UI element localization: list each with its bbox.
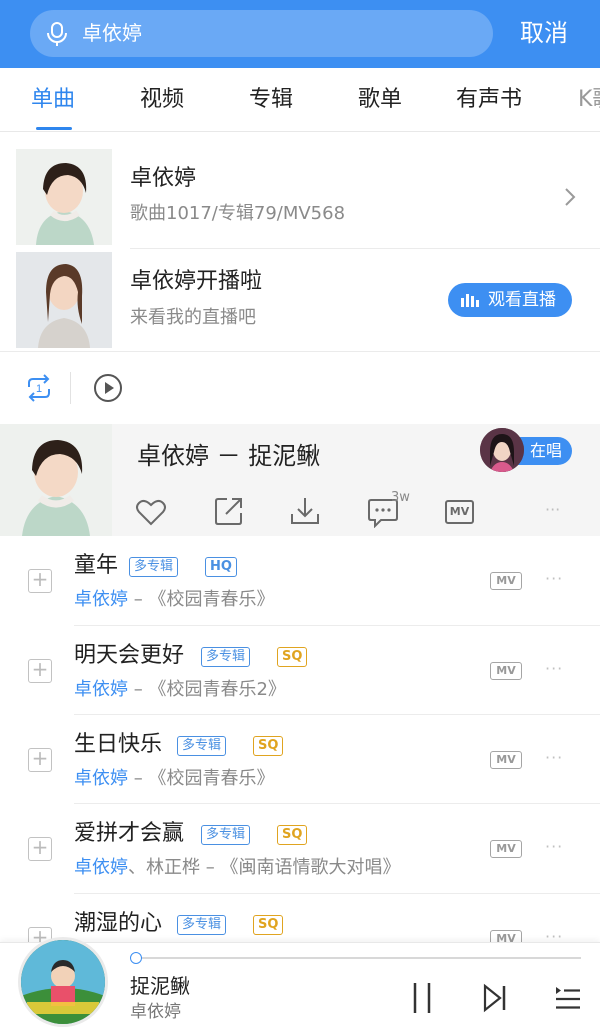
song-title: 爱拼才会赢 (74, 821, 185, 846)
pause-icon[interactable] (410, 981, 434, 1015)
artist-name: 卓依婷 (130, 166, 197, 191)
now-playing-title: 卓依婷 － 捉泥鳅 (137, 442, 321, 470)
song-row[interactable]: + 明天会更好 多专辑 SQ 卓依婷 – 《校园青春乐2》 MV ··· (0, 626, 600, 716)
search-input[interactable]: 卓依婷 (30, 10, 493, 57)
more-icon[interactable]: ··· (545, 569, 563, 588)
song-artist[interactable]: 卓依婷 (74, 857, 128, 878)
heart-icon[interactable] (135, 498, 167, 526)
song-album: 、林正桦 – 《闽南语情歌大对唱》 (128, 857, 401, 878)
singer-avatar (480, 428, 524, 472)
add-icon[interactable]: + (28, 659, 52, 683)
multi-album-tag: 多专辑 (201, 825, 251, 845)
next-track-icon[interactable] (482, 983, 508, 1013)
cancel-button[interactable]: 取消 (520, 14, 568, 52)
song-artist[interactable]: 卓依婷 (74, 679, 128, 700)
live-subtitle: 来看我的直播吧 (130, 307, 256, 328)
result-tabs: 单曲 视频 专辑 歌单 有声书 K歌 (0, 68, 600, 132)
album-cover[interactable] (18, 937, 108, 1027)
search-query: 卓依婷 (82, 21, 142, 45)
mv-icon[interactable]: MV (490, 751, 522, 769)
more-icon[interactable]: ··· (545, 748, 563, 767)
progress-bar[interactable] (137, 957, 581, 959)
sq-tag: SQ (253, 915, 284, 935)
multi-album-tag: 多专辑 (129, 557, 179, 577)
sq-tag: SQ (253, 736, 284, 756)
tab-playlists[interactable]: 歌单 (358, 86, 402, 114)
multi-album-tag: 多专辑 (201, 647, 251, 667)
multi-album-tag: 多专辑 (177, 736, 227, 756)
active-tab-indicator (36, 127, 72, 130)
play-controls-row: 1 (0, 352, 600, 422)
tab-albums[interactable]: 专辑 (249, 86, 293, 114)
multi-album-tag: 多专辑 (177, 915, 227, 935)
singing-label: 在唱 (530, 441, 563, 460)
loop-count: 1 (36, 383, 42, 395)
more-icon[interactable]: ··· (545, 837, 563, 856)
share-icon[interactable] (214, 496, 244, 526)
song-title: 童年 (74, 553, 119, 578)
mv-icon[interactable]: MV (490, 572, 522, 590)
download-icon[interactable] (290, 496, 320, 526)
song-row[interactable]: + 爱拼才会赢 多专辑 SQ 卓依婷、林正桦 – 《闽南语情歌大对唱》 MV ·… (0, 804, 600, 894)
comment-count-badge: 3w (391, 490, 410, 505)
song-row[interactable]: + 生日快乐 多专辑 SQ 卓依婷 – 《校园青春乐》 MV ··· (0, 715, 600, 805)
singing-badge[interactable]: 在唱 (480, 428, 572, 472)
tab-songs[interactable]: 单曲 (31, 86, 75, 114)
artist-card[interactable]: 卓依婷 歌曲1017/专辑79/MV568 (0, 149, 600, 251)
add-icon[interactable]: + (28, 569, 52, 593)
play-all-icon[interactable] (93, 373, 123, 403)
song-album: – 《校园青春乐》 (128, 768, 275, 789)
player-artist: 卓依婷 (130, 1002, 181, 1022)
song-album: – 《校园青春乐2》 (128, 679, 286, 700)
song-row[interactable]: + 童年 多专辑 HQ 卓依婷 – 《校园青春乐》 MV ··· (0, 536, 600, 626)
mv-icon[interactable]: MV (490, 840, 522, 858)
live-title: 卓依婷开播啦 (130, 269, 263, 294)
divider (130, 248, 600, 249)
chevron-right-icon (565, 188, 576, 206)
tab-karaoke[interactable]: K歌 (578, 86, 600, 114)
song-artist[interactable]: 卓依婷 (74, 768, 128, 789)
sq-tag: SQ (277, 647, 308, 667)
voice-search-icon[interactable] (44, 21, 70, 47)
hq-tag: HQ (205, 557, 237, 577)
live-photo (16, 252, 112, 348)
more-icon[interactable]: ··· (545, 659, 563, 678)
add-icon[interactable]: + (28, 837, 52, 861)
song-title: 明天会更好 (74, 643, 185, 668)
progress-knob[interactable] (130, 952, 142, 964)
search-header: 卓依婷 取消 (0, 0, 600, 68)
mv-icon[interactable]: MV (490, 662, 522, 680)
loop-mode-icon[interactable]: 1 (24, 374, 54, 402)
live-bars-icon (461, 294, 479, 307)
watch-live-label: 观看直播 (488, 290, 556, 310)
song-artist[interactable]: 卓依婷 (74, 589, 128, 610)
divider (70, 372, 71, 404)
artist-photo (16, 149, 112, 245)
add-icon[interactable]: + (28, 748, 52, 772)
sq-tag: SQ (277, 825, 308, 845)
song-title: 潮湿的心 (74, 911, 163, 936)
artist-stats: 歌曲1017/专辑79/MV568 (130, 203, 346, 224)
playlist-icon[interactable] (554, 983, 582, 1013)
mv-icon[interactable]: MV (445, 500, 474, 524)
tab-videos[interactable]: 视频 (140, 86, 184, 114)
tab-audiobooks[interactable]: 有声书 (456, 86, 522, 114)
watch-live-button[interactable]: 观看直播 (448, 283, 572, 317)
now-playing-actions: MV ··· (0, 488, 600, 536)
player-title: 捉泥鳅 (130, 974, 190, 998)
more-icon[interactable]: ··· (545, 500, 560, 519)
song-album: – 《校园青春乐》 (128, 589, 275, 610)
mini-player[interactable]: 捉泥鳅 卓依婷 (0, 937, 600, 1033)
song-title: 生日快乐 (74, 732, 163, 757)
